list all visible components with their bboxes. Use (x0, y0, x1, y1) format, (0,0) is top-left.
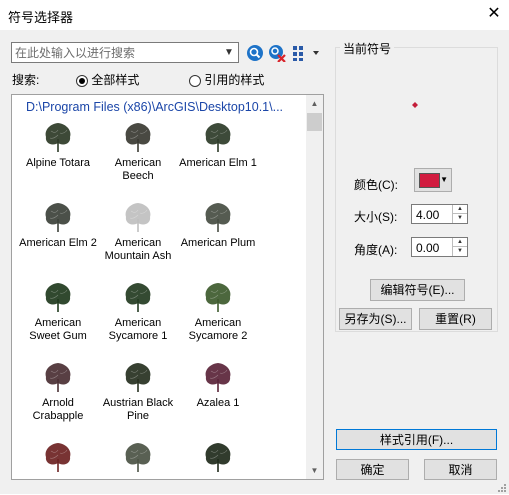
chevron-down-icon: ▼ (440, 175, 448, 184)
ok-button[interactable]: 确定 (336, 459, 409, 480)
radio-all-styles-label: 全部样式 (91, 73, 140, 87)
gallery-item-label: Arnold Crabapple (32, 397, 84, 422)
magnifier-icon[interactable] (246, 44, 264, 62)
search-combobox[interactable]: ▼ (11, 42, 239, 63)
reset-button[interactable]: 重置(R) (419, 308, 492, 330)
angle-value[interactable]: 0.00 (416, 241, 439, 255)
gallery-item-label: Austrian Black Pine (102, 397, 174, 422)
angle-spin-buttons[interactable]: ▲ ▼ (452, 238, 467, 256)
color-swatch (419, 173, 440, 188)
gallery-item-label: American Mountain Ash (104, 237, 172, 262)
current-symbol-title: 当前符号 (340, 40, 395, 57)
tree-symbol-icon (45, 443, 71, 472)
vertical-scrollbar[interactable]: ▲ ▼ (306, 95, 323, 479)
style-path: D:\Program Files (x86)\ArcGIS\Desktop10.… (26, 100, 284, 114)
tree-symbol-icon (45, 123, 71, 152)
gallery-item[interactable] (98, 441, 178, 477)
symbol-gallery[interactable]: D:\Program Files (x86)\ArcGIS\Desktop10.… (11, 94, 324, 480)
title-bar (0, 0, 509, 30)
cancel-button[interactable]: 取消 (424, 459, 497, 480)
scroll-down-icon[interactable]: ▼ (306, 462, 323, 479)
tree-symbol-icon (205, 203, 231, 232)
size-label: 大小(S): (354, 210, 398, 224)
radio-referenced-styles[interactable]: 引用的样式 (189, 71, 264, 88)
edit-symbol-button[interactable]: 编辑符号(E)... (370, 279, 465, 301)
tree-symbol-icon (205, 123, 231, 152)
gallery-item[interactable]: American Beech (98, 121, 178, 183)
radio-referenced-styles-label: 引用的样式 (204, 73, 265, 87)
tree-symbol-icon (125, 443, 151, 472)
gallery-item[interactable]: American Mountain Ash (98, 201, 178, 263)
gallery-item[interactable]: American Sycamore 2 (178, 281, 258, 343)
tree-symbol-icon (125, 123, 151, 152)
gallery-item-label: American Sycamore 2 (188, 317, 248, 342)
view-options-icon[interactable] (292, 44, 322, 62)
gallery-item-label: Alpine Totara (25, 157, 90, 169)
symbol-preview (412, 97, 418, 108)
gallery-item[interactable]: American Sweet Gum (18, 281, 98, 343)
tree-symbol-icon (125, 363, 151, 392)
gallery-item-label: American Sycamore 1 (108, 317, 168, 342)
tree-symbol-icon (45, 203, 71, 232)
scroll-thumb[interactable] (307, 113, 322, 131)
gallery-item-label: Azalea 1 (196, 397, 240, 409)
style-references-label: 样式引用(F)... (379, 433, 454, 447)
gallery-item[interactable] (18, 441, 98, 477)
search-input[interactable] (12, 43, 220, 62)
gallery-item-label: American Elm 2 (19, 237, 97, 249)
tree-symbol-icon (45, 363, 71, 392)
tree-symbol-icon (125, 283, 151, 312)
scroll-up-icon[interactable]: ▲ (306, 95, 323, 112)
spin-up-icon[interactable]: ▲ (453, 205, 467, 214)
chevron-down-icon[interactable]: ▼ (220, 43, 238, 62)
clear-search-icon[interactable] (268, 44, 286, 63)
tree-symbol-icon (205, 363, 231, 392)
window-title: 符号选择器 (8, 10, 74, 25)
color-label: 颜色(C): (354, 178, 398, 192)
gallery-item[interactable]: Austrian Black Pine (98, 361, 178, 423)
spin-up-icon[interactable]: ▲ (453, 238, 467, 247)
gallery-item[interactable]: Azalea 1 (178, 361, 258, 410)
resize-grip-icon[interactable] (496, 481, 506, 492)
close-button[interactable]: ✕ (484, 3, 504, 25)
angle-label: 角度(A): (354, 243, 398, 257)
spin-down-icon[interactable]: ▼ (453, 247, 467, 256)
gallery-item[interactable] (178, 441, 258, 477)
gallery-item[interactable]: American Sycamore 1 (98, 281, 178, 343)
gallery-item[interactable]: American Elm 2 (18, 201, 98, 250)
gallery-item-label: American Beech (114, 157, 162, 182)
gallery-item[interactable]: American Elm 1 (178, 121, 258, 170)
gallery-item-label: American Sweet Gum (29, 317, 87, 342)
size-value[interactable]: 4.00 (416, 208, 439, 222)
style-references-button[interactable]: 样式引用(F)... (336, 429, 497, 450)
tree-symbol-icon (125, 203, 151, 232)
size-spin-buttons[interactable]: ▲ ▼ (452, 205, 467, 223)
size-spinner[interactable]: 4.00 ▲ ▼ (411, 204, 468, 224)
radio-indicator[interactable] (76, 74, 88, 87)
tree-symbol-icon (205, 283, 231, 312)
color-picker-button[interactable]: ▼ (414, 168, 452, 192)
gallery-item[interactable]: Arnold Crabapple (18, 361, 98, 423)
tree-symbol-icon (45, 283, 71, 312)
save-as-button[interactable]: 另存为(S)... (339, 308, 412, 330)
radio-indicator[interactable] (189, 74, 201, 87)
tree-symbol-icon (205, 443, 231, 472)
gallery-item[interactable]: Alpine Totara (18, 121, 98, 170)
angle-spinner[interactable]: 0.00 ▲ ▼ (411, 237, 468, 257)
spin-down-icon[interactable]: ▼ (453, 214, 467, 223)
gallery-item-label: American Elm 1 (179, 157, 257, 169)
gallery-item-label: American Plum (180, 237, 256, 249)
search-scope-label: 搜索: (12, 73, 40, 87)
gallery-item[interactable]: American Plum (178, 201, 258, 250)
radio-all-styles[interactable]: 全部样式 (76, 71, 139, 88)
